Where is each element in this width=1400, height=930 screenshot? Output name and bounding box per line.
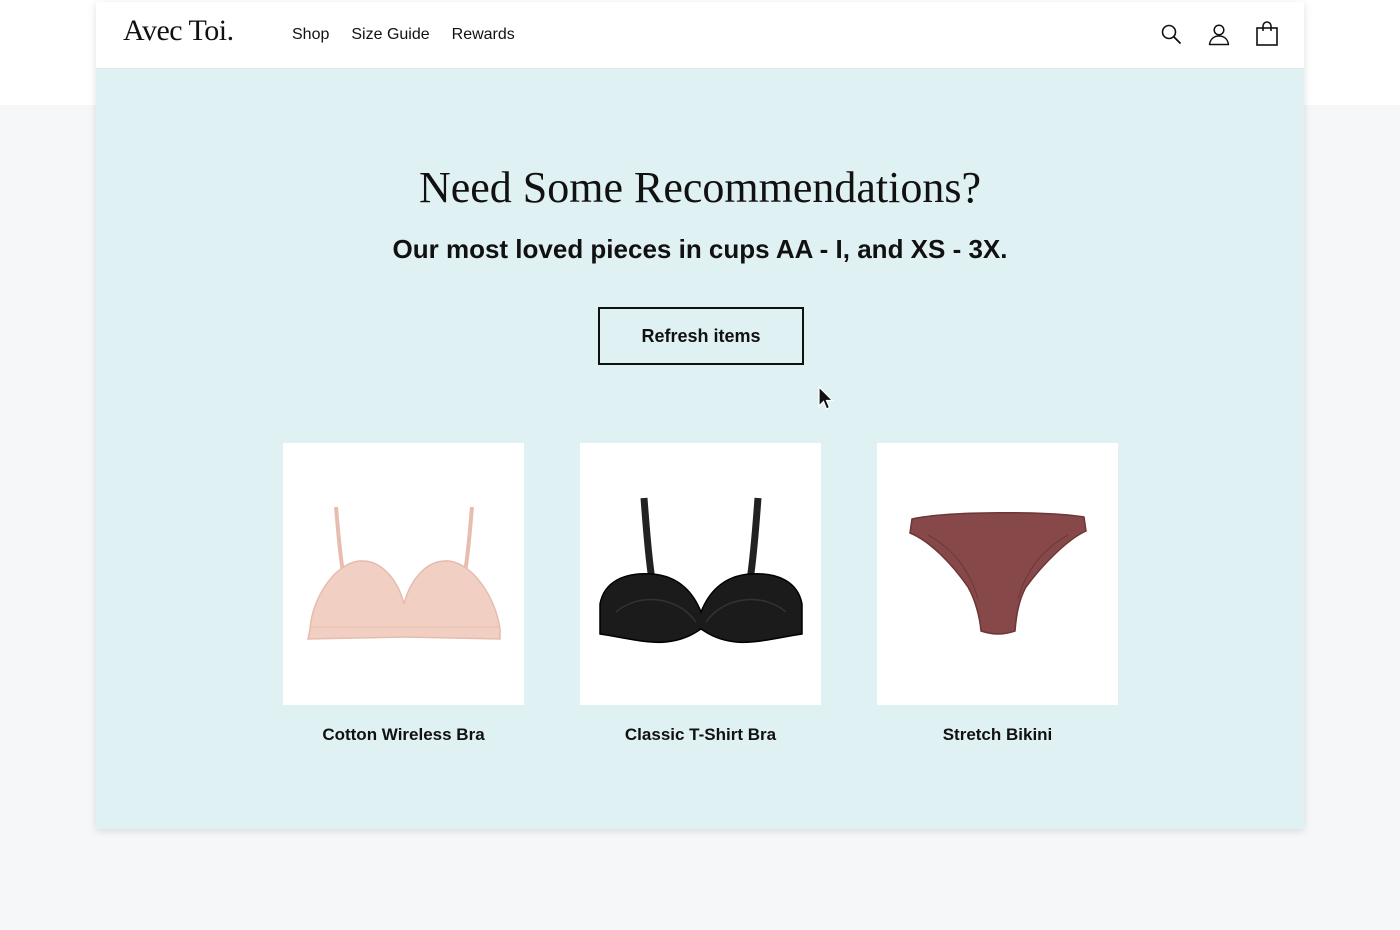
search-icon[interactable] [1158, 21, 1184, 47]
mouse-cursor-icon [818, 385, 834, 417]
product-image[interactable] [877, 443, 1118, 705]
product-card[interactable]: Cotton Wireless Bra [283, 443, 524, 745]
product-image[interactable] [580, 443, 821, 705]
tshirt-bra-image [598, 497, 803, 644]
product-name[interactable]: Stretch Bikini [877, 725, 1118, 745]
site-frame: Avec Toi. Shop Size Guide Rewards Need S… [96, 2, 1304, 829]
refresh-items-button[interactable]: Refresh items [598, 307, 804, 365]
product-image[interactable] [283, 443, 524, 705]
product-card[interactable]: Classic T-Shirt Bra [580, 443, 821, 745]
product-name[interactable]: Cotton Wireless Bra [283, 725, 524, 745]
page-title: Need Some Recommendations? [418, 163, 982, 212]
account-icon[interactable] [1206, 21, 1232, 47]
nav-rewards[interactable]: Rewards [452, 26, 515, 44]
header-icons [1158, 21, 1280, 47]
main-nav: Shop Size Guide Rewards [292, 26, 515, 44]
bikini-image [908, 511, 1087, 635]
logo[interactable]: Avec Toi. [123, 14, 234, 48]
wireless-bra-image [306, 506, 501, 640]
site-header: Avec Toi. Shop Size Guide Rewards [96, 2, 1304, 69]
product-name[interactable]: Classic T-Shirt Bra [580, 725, 821, 745]
shopping-bag-icon[interactable] [1254, 21, 1280, 47]
nav-shop[interactable]: Shop [292, 26, 329, 44]
page-subtitle: Our most loved pieces in cups AA - I, an… [392, 234, 1008, 264]
nav-size-guide[interactable]: Size Guide [351, 26, 429, 44]
product-card[interactable]: Stretch Bikini [877, 443, 1118, 745]
product-list: Cotton Wireless Bra Classic T-Shirt Bra [283, 443, 1119, 763]
